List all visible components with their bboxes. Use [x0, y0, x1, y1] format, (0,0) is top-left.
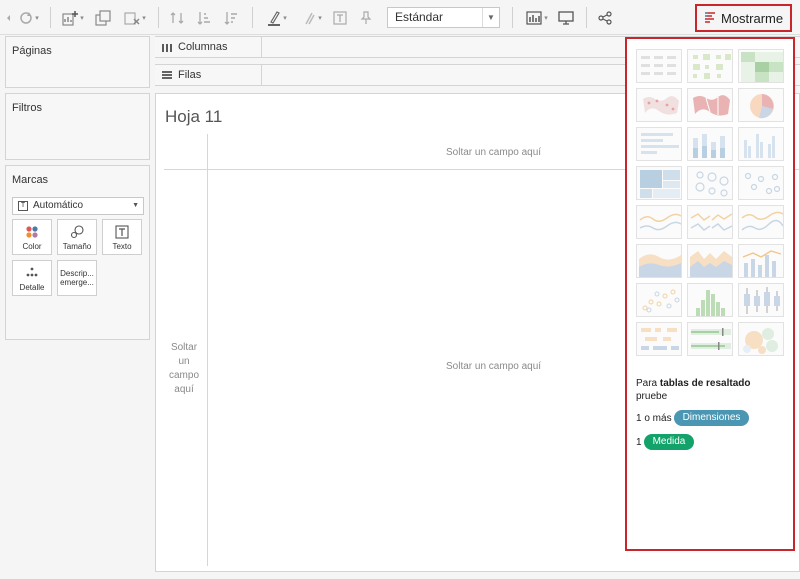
- duplicate-sheet-icon[interactable]: [94, 8, 112, 27]
- filters-title: Filtros: [12, 102, 42, 114]
- pages-title: Páginas: [12, 45, 52, 57]
- circle-views-thumb[interactable]: [687, 166, 733, 200]
- row-header-divider: [207, 134, 208, 566]
- drop-field-left[interactable]: Soltar un campo aquí: [164, 341, 204, 397]
- packed-bubbles-thumb[interactable]: [738, 322, 784, 356]
- continuous-lines-thumb[interactable]: [636, 205, 682, 239]
- show-mark-labels-icon[interactable]: [332, 8, 348, 27]
- continuous-area-thumb[interactable]: [636, 244, 682, 278]
- rows-label: Filas: [178, 69, 202, 81]
- drop-field-top[interactable]: Soltar un campo aquí: [446, 147, 541, 158]
- treemap-thumb[interactable]: [636, 166, 682, 200]
- size-icon: [58, 225, 96, 239]
- show-me-button[interactable]: Mostrarme: [695, 4, 792, 32]
- measure-pill: Medida: [643, 434, 695, 450]
- hint-chart-type: tablas de resaltado: [659, 378, 751, 389]
- highlight-icon[interactable]: ▾: [262, 8, 292, 27]
- tooltip-card-label: Descrip... emerge...: [60, 269, 94, 287]
- hint-suffix: pruebe: [636, 391, 668, 402]
- side-by-side-circles-thumb[interactable]: [738, 166, 784, 200]
- pin-icon[interactable]: [358, 8, 374, 27]
- show-me-label: Mostrarme: [721, 10, 784, 26]
- dual-lines-thumb[interactable]: [738, 205, 784, 239]
- detail-card-label: Detalle: [19, 283, 45, 292]
- gantt-chart-thumb[interactable]: [636, 322, 682, 356]
- chevron-down-icon: ▼: [132, 202, 139, 209]
- histogram-thumb[interactable]: [687, 283, 733, 317]
- color-icon: [13, 225, 51, 239]
- presentation-mode-icon[interactable]: [557, 8, 575, 27]
- dual-combination-thumb[interactable]: [738, 244, 784, 278]
- drop-field-center[interactable]: Soltar un campo aquí: [446, 361, 541, 372]
- size-card-label: Tamaño: [62, 242, 92, 251]
- chevron-down-icon: ▼: [482, 8, 499, 27]
- marks-title: Marcas: [12, 174, 49, 186]
- swap-icon[interactable]: [168, 8, 186, 27]
- clear-sheet-icon[interactable]: ▾: [120, 8, 150, 27]
- share-icon[interactable]: [596, 8, 614, 27]
- filled-map-thumb[interactable]: [687, 88, 733, 122]
- show-me-icon: [704, 11, 716, 26]
- toolbar: ▾ ▾ ▾ ▾ ▾ Estándar ▼ ▾ Mostrarme: [0, 0, 800, 35]
- sheet-title[interactable]: Hoja 11: [165, 107, 222, 127]
- show-me-panel: Para tablas de resaltado pruebe 1 o más …: [625, 37, 795, 551]
- requirement-measure: 1 Medida: [636, 434, 695, 450]
- dimensions-pill: Dimensiones: [673, 410, 750, 426]
- size-card[interactable]: Tamaño: [57, 219, 97, 255]
- highlight-table-thumb[interactable]: [738, 49, 784, 83]
- text-icon: T: [18, 201, 28, 211]
- symbol-map-thumb[interactable]: [636, 88, 682, 122]
- detail-card[interactable]: Detalle: [12, 260, 52, 296]
- filters-panel[interactable]: Filtros: [5, 93, 150, 160]
- mark-type-value: Automático: [33, 200, 84, 211]
- scatter-plot-thumb[interactable]: [636, 283, 682, 317]
- marks-panel: Marcas T Automático ▼ Color Tamaño Texto…: [5, 165, 150, 340]
- text-card-label: Texto: [112, 242, 132, 251]
- hint-prefix: Para: [636, 378, 660, 389]
- requirement-dimensions: 1 o más Dimensiones: [636, 410, 750, 426]
- discrete-area-thumb[interactable]: [687, 244, 733, 278]
- color-card-label: Color: [22, 242, 42, 251]
- pie-chart-thumb[interactable]: [738, 88, 784, 122]
- refresh-icon[interactable]: ▾: [14, 8, 44, 27]
- columns-label: Columnas: [178, 41, 228, 53]
- color-card[interactable]: Color: [12, 219, 52, 255]
- text-card[interactable]: Texto: [102, 219, 142, 255]
- columns-shelf-label: Columnas: [155, 37, 262, 57]
- discrete-lines-thumb[interactable]: [687, 205, 733, 239]
- sort-ascending-icon[interactable]: [195, 8, 213, 27]
- new-worksheet-icon[interactable]: ▾: [58, 8, 88, 27]
- box-and-whisker-thumb[interactable]: [738, 283, 784, 317]
- text-table-thumb[interactable]: [636, 49, 682, 83]
- bullet-graph-thumb[interactable]: [687, 322, 733, 356]
- horizontal-bars-thumb[interactable]: [636, 127, 682, 161]
- rows-shelf-label: Filas: [155, 65, 262, 85]
- text-icon: [103, 225, 141, 239]
- fit-dropdown-value: Estándar: [395, 10, 444, 24]
- mark-type-dropdown[interactable]: T Automático ▼: [12, 197, 144, 215]
- show-cards-icon[interactable]: ▾: [522, 8, 552, 27]
- heat-map-thumb[interactable]: [687, 49, 733, 83]
- requirement-dimensions-count: 1 o más: [636, 412, 672, 424]
- side-by-side-bars-thumb[interactable]: [738, 127, 784, 161]
- detail-icon: [13, 266, 51, 278]
- stacked-bars-thumb[interactable]: [687, 127, 733, 161]
- requirement-measure-count: 1: [636, 436, 642, 448]
- sort-descending-icon[interactable]: [222, 8, 240, 27]
- pages-panel[interactable]: Páginas: [5, 36, 150, 88]
- columns-icon: [162, 44, 172, 52]
- fit-dropdown[interactable]: Estándar ▼: [387, 7, 500, 28]
- show-me-hint: Para tablas de resaltado pruebe: [636, 377, 786, 403]
- tooltip-card[interactable]: Descrip... emerge...: [57, 260, 97, 296]
- rows-icon: [162, 71, 172, 79]
- group-members-icon[interactable]: ▾: [297, 8, 327, 27]
